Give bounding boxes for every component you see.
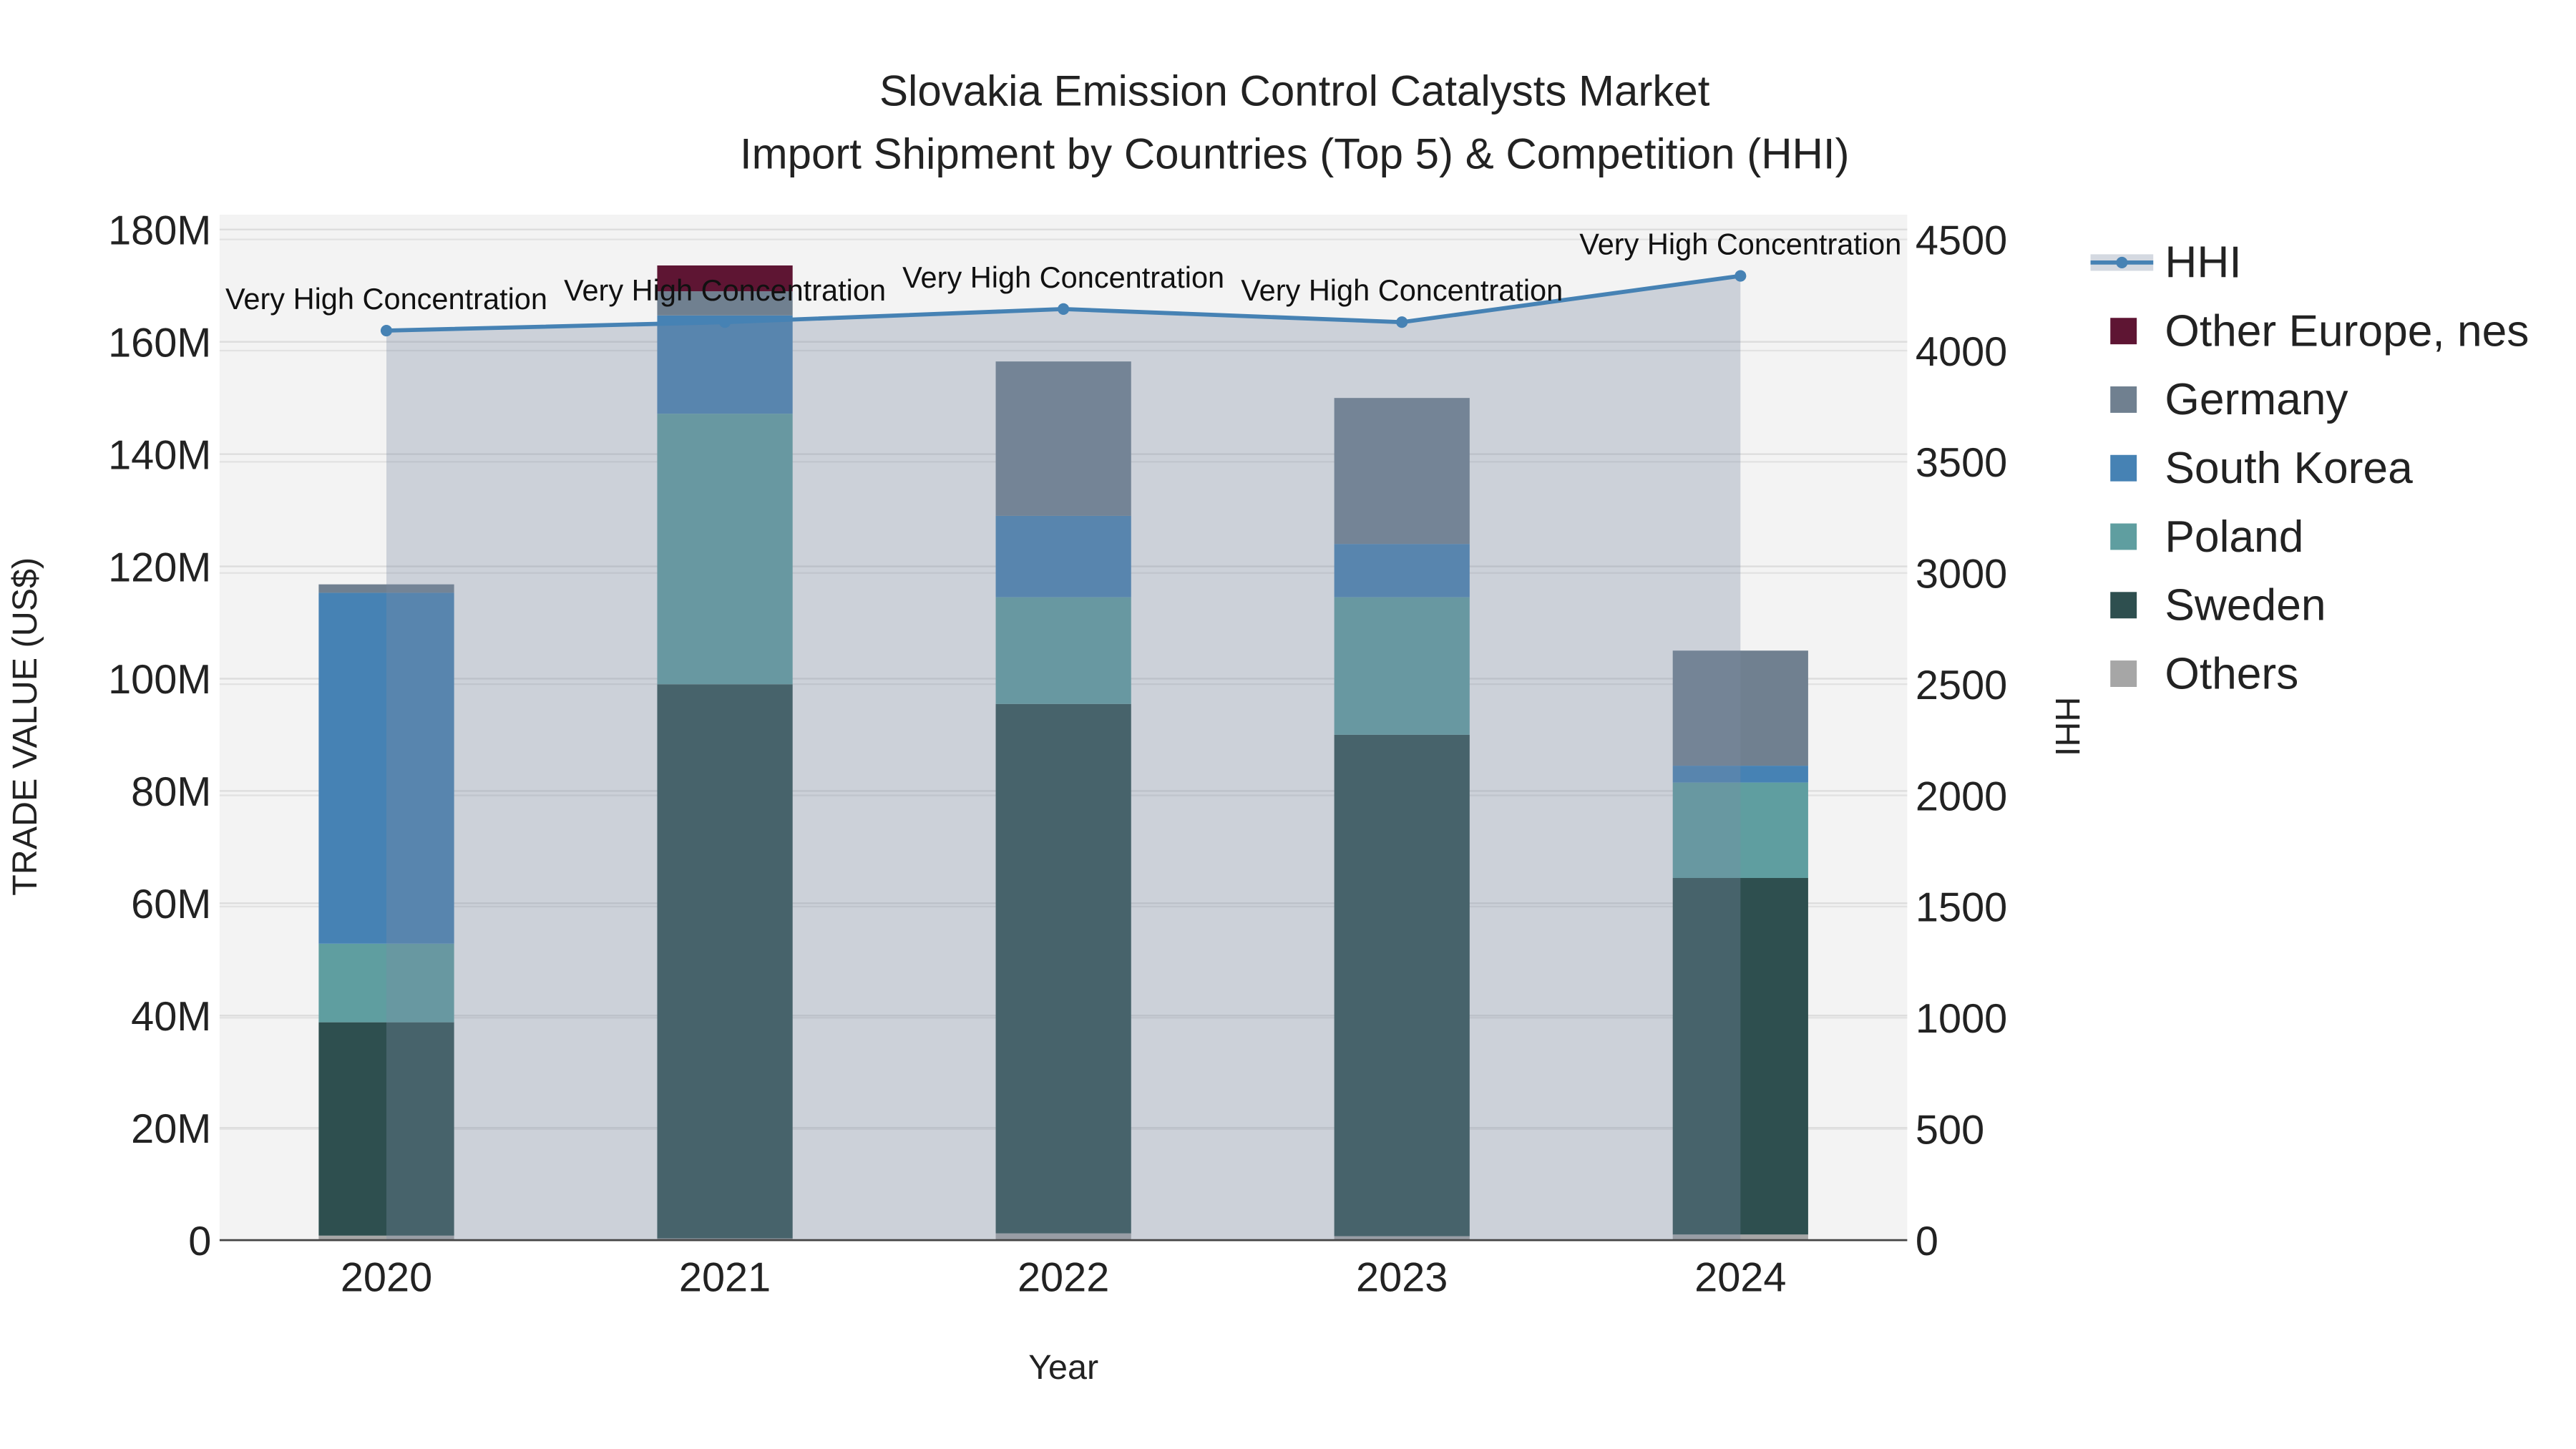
- legend-label: Other Europe, nes: [2165, 306, 2529, 356]
- hhi-annotation: Very High Concentration: [564, 273, 886, 307]
- y2-tick-label: 4000: [1916, 329, 2007, 375]
- hhi-point-2023: [1396, 316, 1408, 328]
- y-tick-label: 40M: [131, 994, 211, 1040]
- x-tick-label: 2022: [1018, 1255, 1109, 1301]
- hhi-annotation: Very High Concentration: [1241, 273, 1563, 307]
- hhi-point-2020: [380, 324, 393, 337]
- legend-label: HHI: [2165, 238, 2241, 288]
- y-tick-label: 60M: [131, 882, 211, 927]
- y2-tick-label: 2500: [1916, 663, 2007, 708]
- x-axis-title: Year: [1028, 1348, 1098, 1387]
- y-tick-label: 0: [188, 1219, 211, 1264]
- legend-label: Poland: [2165, 512, 2303, 562]
- y-axis-title: TRADE VALUE (US$): [6, 557, 44, 896]
- hhi-annotation: Very High Concentration: [1579, 228, 1901, 261]
- legend-swatch: [2110, 454, 2137, 482]
- legend-hhi-marker: [2116, 256, 2128, 268]
- y-tick-label: 80M: [131, 769, 211, 815]
- y2-tick-label: 1500: [1916, 885, 2007, 931]
- legend-swatch: [2110, 386, 2137, 413]
- hhi-annotation: Very High Concentration: [225, 282, 547, 316]
- y-tick-label: 120M: [108, 545, 211, 590]
- legend-label: South Korea: [2165, 444, 2413, 493]
- y2-tick-label: 0: [1916, 1219, 1938, 1264]
- chart: 0 20M 40M 60M 80M 100M 120M 140M 160M 180M 0 500 10…: [6, 67, 2529, 1387]
- y2-tick-label: 3500: [1916, 440, 2007, 486]
- hhi-area: [386, 275, 1741, 1241]
- y-tick-label: 160M: [108, 320, 211, 366]
- y-tick-label: 180M: [108, 208, 211, 254]
- legend-swatch: [2110, 660, 2137, 687]
- x-tick-label: 2024: [1694, 1255, 1786, 1301]
- y2-tick-label: 500: [1916, 1107, 1984, 1153]
- y2-tick-label: 3000: [1916, 552, 2007, 597]
- legend-label: Others: [2165, 649, 2298, 698]
- y-tick-label: 100M: [108, 657, 211, 703]
- hhi-point-2022: [1058, 303, 1070, 315]
- x-tick-label: 2023: [1356, 1255, 1448, 1301]
- x-tick-label: 2021: [679, 1255, 771, 1301]
- legend-swatch: [2110, 523, 2137, 550]
- legend-label: Germany: [2165, 375, 2348, 424]
- hhi-point-2021: [719, 316, 731, 328]
- y2-axis-title: HHI: [2048, 697, 2087, 756]
- chart-title: Slovakia Emission Control Catalysts Mark…: [879, 67, 1710, 115]
- y2-tick-label: 2000: [1916, 774, 2007, 819]
- y2-tick-label: 1000: [1916, 996, 2007, 1042]
- y-tick-label: 140M: [108, 432, 211, 478]
- x-tick-label: 2020: [341, 1255, 432, 1301]
- hhi-point-2024: [1735, 270, 1747, 282]
- legend-label: Sweden: [2165, 581, 2326, 630]
- legend-swatch: [2110, 318, 2137, 345]
- legend-swatch: [2110, 592, 2137, 619]
- chart-subtitle: Import Shipment by Countries (Top 5) & C…: [740, 130, 1850, 177]
- hhi-annotation: Very High Concentration: [902, 260, 1224, 294]
- y2-tick-label: 4500: [1916, 218, 2007, 263]
- y-tick-label: 20M: [131, 1106, 211, 1152]
